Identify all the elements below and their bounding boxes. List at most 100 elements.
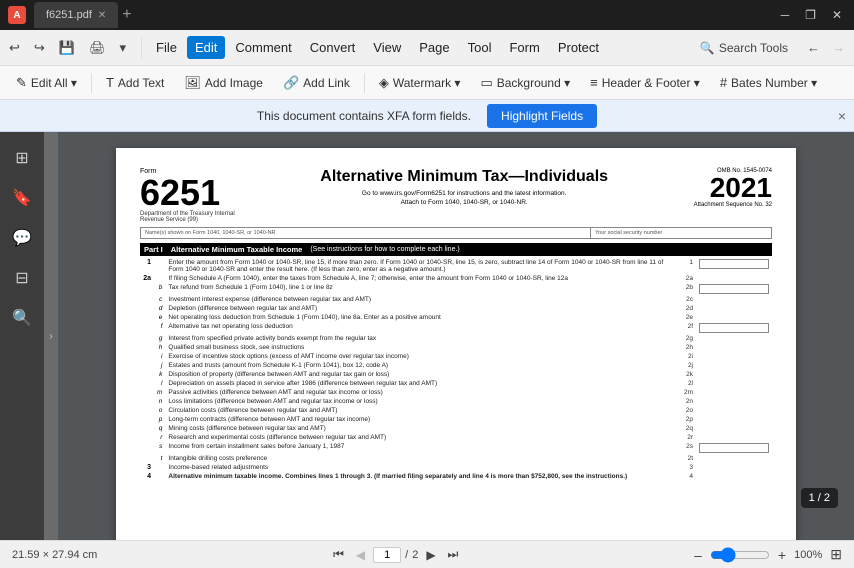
row-number: [140, 283, 154, 295]
menu-page[interactable]: Page: [411, 36, 457, 59]
menu-comment[interactable]: Comment: [227, 36, 299, 59]
minimize-button[interactable]: ─: [777, 6, 794, 24]
sidebar-search-icon[interactable]: 🔍: [4, 300, 40, 336]
highlight-fields-button[interactable]: Highlight Fields: [487, 104, 597, 128]
collapse-handle[interactable]: ›: [44, 132, 58, 540]
header-footer-button[interactable]: ≡ Header & Footer ▾: [582, 72, 708, 93]
restore-button[interactable]: ❐: [801, 6, 820, 24]
row-number: [140, 397, 154, 406]
page-number-input[interactable]: [373, 547, 401, 563]
left-sidebar: ⊞ 🔖 💬 ⊟ 🔍: [0, 132, 44, 540]
first-page-button[interactable]: ⏮: [329, 545, 348, 564]
menu-tool[interactable]: Tool: [460, 36, 500, 59]
background-button[interactable]: ▭ Background ▾: [472, 72, 578, 94]
row-field-box: [696, 258, 772, 274]
row-field-box: [696, 442, 772, 454]
table-row: gInterest from specified private activit…: [140, 334, 772, 343]
tab-close-icon[interactable]: ✕: [98, 10, 106, 21]
row-sublabel: b: [154, 283, 165, 295]
redo-button[interactable]: ↪: [29, 37, 50, 59]
row-description: Disposition of property (difference betw…: [165, 370, 672, 379]
back-button[interactable]: ←: [802, 37, 825, 58]
sidebar-bookmarks-icon[interactable]: 🔖: [4, 180, 40, 216]
row-field-empty: [696, 463, 772, 472]
pdf-area[interactable]: Form 6251 Department of the Treasury Int…: [58, 132, 854, 540]
edit-all-button[interactable]: ✎ Edit All ▾: [8, 72, 85, 94]
row-sublabel: l: [154, 379, 165, 388]
row-field-empty: [696, 397, 772, 406]
row-sublabel: i: [154, 352, 165, 361]
notification-message: This document contains XFA form fields.: [257, 109, 471, 123]
row-number: 3: [140, 463, 154, 472]
notification-close-button[interactable]: ×: [838, 108, 846, 124]
add-tab-button[interactable]: +: [118, 6, 135, 24]
undo-button[interactable]: ↩: [4, 37, 25, 59]
row-ref: 2d: [672, 304, 696, 313]
form-header: Form 6251 Department of the Treasury Int…: [140, 168, 772, 223]
next-page-button[interactable]: ▶: [422, 546, 439, 564]
menu-edit[interactable]: Edit: [187, 36, 225, 59]
menu-form[interactable]: Form: [501, 36, 547, 59]
row-sublabel: g: [154, 334, 165, 343]
row-field-empty: [696, 454, 772, 463]
form-instructions: Go to www.irs.gov/Form6251 for instructi…: [255, 190, 674, 197]
row-description: Long-term contracts (difference between …: [165, 415, 672, 424]
row-field-empty: [696, 274, 772, 283]
row-ref: 2j: [672, 361, 696, 370]
close-button[interactable]: ✕: [828, 6, 846, 24]
zoom-slider[interactable]: [710, 547, 770, 563]
row-ref: 1: [672, 258, 696, 274]
add-text-button[interactable]: T Add Text: [98, 72, 172, 93]
add-link-button[interactable]: 🔗 Add Link: [275, 72, 358, 94]
table-row: nLoss limitations (difference between AM…: [140, 397, 772, 406]
row-description: If filing Schedule A (Form 1040), enter …: [165, 274, 672, 283]
zoom-out-button[interactable]: –: [694, 547, 702, 563]
menu-file[interactable]: File: [148, 36, 185, 59]
menu-separator: [141, 38, 142, 58]
row-sublabel: p: [154, 415, 165, 424]
table-row: 2aIf filing Schedule A (Form 1040), ente…: [140, 274, 772, 283]
print-button[interactable]: 🖨: [84, 37, 111, 59]
row-description: Passive activities (difference between A…: [165, 388, 672, 397]
bates-number-button[interactable]: # Bates Number ▾: [712, 72, 825, 93]
row-ref: 2s: [672, 442, 696, 454]
pdf-tab[interactable]: f6251.pdf ✕: [34, 2, 118, 28]
row-sublabel: m: [154, 388, 165, 397]
row-description: Exercise of incentive stock options (exc…: [165, 352, 672, 361]
row-field-empty: [696, 388, 772, 397]
row-field-empty: [696, 343, 772, 352]
row-description: Tax refund from Schedule 1 (Form 1040), …: [165, 283, 672, 295]
row-sublabel: q: [154, 424, 165, 433]
menu-view[interactable]: View: [365, 36, 409, 59]
last-page-button[interactable]: ⏭: [444, 545, 463, 564]
save-button[interactable]: 💾: [54, 37, 80, 59]
row-sublabel: n: [154, 397, 165, 406]
fit-page-button[interactable]: ⊞: [830, 546, 842, 563]
menu-protect[interactable]: Protect: [550, 36, 607, 59]
menu-bar: ↩ ↪ 💾 🖨 ▾ File Edit Comment Convert View…: [0, 30, 854, 66]
row-number: [140, 295, 154, 304]
table-row: dDepletion (difference between regular t…: [140, 304, 772, 313]
add-image-button[interactable]: 🖼 Add Image: [176, 72, 271, 94]
row-sublabel: f: [154, 322, 165, 334]
forward-button[interactable]: →: [827, 37, 850, 58]
row-number: [140, 361, 154, 370]
table-row: fAlternative tax net operating loss dedu…: [140, 322, 772, 334]
sidebar-comments-icon[interactable]: 💬: [4, 220, 40, 256]
sidebar-pages-icon[interactable]: ⊞: [4, 140, 40, 176]
zoom-in-button[interactable]: +: [778, 547, 786, 563]
row-number: [140, 454, 154, 463]
row-field-empty: [696, 352, 772, 361]
search-tools-button[interactable]: 🔍 Search Tools: [692, 37, 796, 59]
sidebar-layers-icon[interactable]: ⊟: [4, 260, 40, 296]
page-total: 2: [412, 549, 418, 561]
watermark-button[interactable]: ◈ Watermark ▾: [371, 72, 469, 94]
row-ref: 2c: [672, 295, 696, 304]
row-sublabel: [154, 472, 165, 481]
menu-convert[interactable]: Convert: [302, 36, 364, 59]
row-sublabel: c: [154, 295, 165, 304]
menu-dropdown-button[interactable]: ▾: [115, 37, 132, 59]
title-bar-controls: ─ ❐ ✕: [777, 6, 846, 24]
prev-page-button[interactable]: ◀: [352, 546, 369, 564]
app-icon: A: [8, 6, 26, 24]
